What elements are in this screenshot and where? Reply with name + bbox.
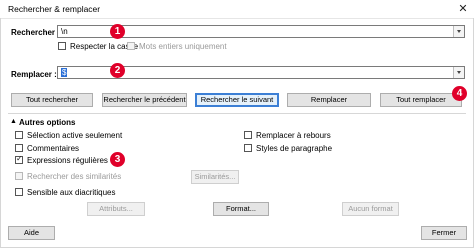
help-button[interactable]: Aide	[8, 226, 55, 240]
find-all-button[interactable]: Tout rechercher	[11, 93, 93, 107]
find-previous-button[interactable]: Rechercher le précédent	[102, 93, 187, 107]
similarity-label: Rechercher des similarités	[27, 172, 122, 181]
regex-checkbox[interactable]	[15, 154, 23, 164]
match-case-checkbox[interactable]	[58, 42, 66, 50]
comments-checkbox[interactable]	[15, 144, 23, 152]
replace-input[interactable]: $	[61, 68, 68, 77]
search-input[interactable]: \n	[61, 27, 68, 37]
no-format-button[interactable]: Aucun format	[342, 202, 399, 216]
similarity-checkbox[interactable]	[15, 172, 23, 180]
replace-all-button[interactable]: Tout remplacer	[380, 93, 462, 107]
search-dropdown-chevron-down-icon[interactable]	[453, 26, 464, 37]
attributes-button[interactable]: Attributs...	[87, 202, 145, 216]
paragraph-styles-label: Styles de paragraphe	[256, 144, 333, 153]
annotation-badge-4: 4	[452, 86, 467, 101]
whole-words-label: Mots entiers uniquement	[139, 42, 227, 51]
diacritics-label: Sensible aux diacritiques	[27, 188, 116, 197]
paragraph-styles-checkbox[interactable]	[244, 144, 252, 152]
active-selection-checkbox[interactable]	[15, 131, 23, 139]
annotation-badge-2: 2	[110, 63, 125, 78]
collapse-icon[interactable]: ▲	[10, 118, 17, 125]
backwards-checkbox[interactable]	[244, 131, 252, 139]
similarities-button[interactable]: Similarités...	[191, 170, 239, 184]
replace-dropdown-chevron-down-icon[interactable]	[453, 67, 464, 78]
annotation-badge-3: 3	[110, 152, 125, 167]
replace-button[interactable]: Remplacer	[287, 93, 371, 107]
search-label: Rechercher :	[11, 28, 60, 37]
backwards-label: Remplacer à rebours	[256, 131, 331, 140]
annotation-badge-1: 1	[110, 24, 125, 39]
format-button[interactable]: Format...	[213, 202, 269, 216]
find-next-button[interactable]: Rechercher le suivant	[195, 93, 279, 107]
active-selection-label: Sélection active seulement	[27, 131, 123, 140]
diacritics-checkbox[interactable]	[15, 188, 23, 196]
window-title: Rechercher & remplacer	[8, 4, 101, 14]
whole-words-checkbox[interactable]	[127, 42, 135, 50]
close-icon[interactable]: ✕	[454, 1, 472, 17]
separator	[8, 113, 466, 114]
replace-label: Remplacer :	[11, 70, 57, 79]
close-button[interactable]: Fermer	[421, 226, 467, 240]
comments-label: Commentaires	[27, 144, 80, 153]
other-options-header[interactable]: Autres options	[19, 118, 75, 127]
regex-label: Expressions régulières	[27, 156, 108, 165]
